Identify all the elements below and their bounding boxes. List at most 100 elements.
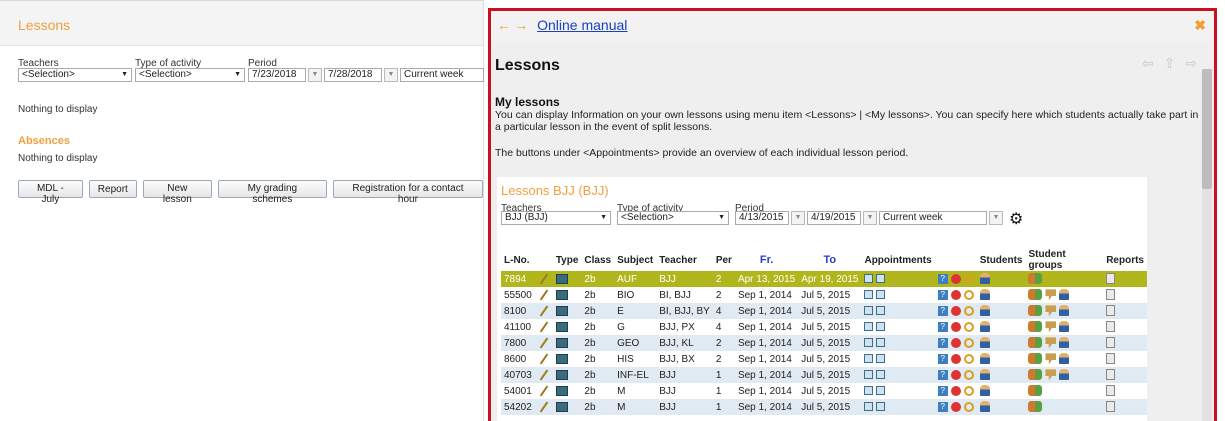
person-icon[interactable] [979,385,990,397]
edit-cell[interactable] [534,319,553,335]
table-row[interactable]: 54001 2b M BJJ 1 Sep 1, 2014 Jul 5, 2015? [501,383,1147,399]
clock-icon[interactable] [950,273,961,284]
table-row[interactable]: 54202 2b M BJJ 1 Sep 1, 2014 Jul 5, 2015? [501,399,1147,415]
pin-icon[interactable] [1045,337,1057,349]
calendar-icon[interactable] [864,370,874,380]
inner-date-from-dropdown[interactable]: ▼ [791,211,805,225]
table-row[interactable]: 8600 2b HIS BJJ, BX 2 Sep 1, 2014 Jul 5, 2015? [501,351,1147,367]
report-icon[interactable] [1106,321,1116,333]
back-arrow-icon[interactable]: ← [497,17,511,33]
report-icon[interactable] [1106,353,1116,365]
teachers-select[interactable]: <Selection> ▼ [18,68,132,82]
mdl-july-button[interactable]: MDL - July [18,180,83,205]
calendar-grid-icon[interactable] [876,290,886,300]
activity-select[interactable]: <Selection> ▼ [135,68,245,82]
magnifier-icon[interactable] [963,353,974,364]
calendar-grid-icon[interactable] [876,338,886,348]
person-icon[interactable] [1059,305,1070,317]
person-icon[interactable] [979,337,990,349]
table-row[interactable]: 8100 2b E BI, BJJ, BY 4 Sep 1, 2014 Jul 5, 201… [501,303,1147,319]
inner-period-dropdown[interactable]: ▼ [989,211,1003,225]
magnifier-icon[interactable] [963,369,974,380]
pin-icon[interactable] [1045,305,1057,317]
calendar-icon[interactable] [864,322,874,332]
calendar-icon[interactable] [864,274,874,284]
inner-date-from[interactable]: 4/13/2015 [735,211,789,225]
pencil-icon[interactable] [539,305,549,317]
student-group-icon[interactable] [1028,321,1043,333]
forward-arrow-icon[interactable]: → [514,17,528,33]
col-lno[interactable]: L-No. [501,249,535,271]
magnifier-icon[interactable] [963,321,974,332]
table-row[interactable]: 40703 2b INF-EL BJJ 1 Sep 1, 2014 Jul 5, 2015? [501,367,1147,383]
student-group-icon[interactable] [1028,289,1043,301]
calendar-icon[interactable] [864,386,874,396]
table-row[interactable]: 7894 2b AUF BJJ 2 Apr 13, 2015 Apr 19, 2015? [501,271,1147,287]
person-icon[interactable] [979,289,990,301]
student-group-icon[interactable] [1028,385,1043,397]
lesson-number[interactable]: 40703 [501,367,535,383]
calendar-icon[interactable] [864,402,874,412]
calendar-grid-icon[interactable] [876,322,886,332]
clock-icon[interactable] [950,385,961,396]
help-icon[interactable]: ? [937,369,948,380]
calendar-grid-icon[interactable] [876,386,886,396]
lesson-number[interactable]: 41100 [501,319,535,335]
report-button[interactable]: Report [88,180,137,198]
calendar-icon[interactable] [864,290,874,300]
person-icon[interactable] [979,369,990,381]
magnifier-icon[interactable] [963,385,974,396]
person-icon[interactable] [979,353,990,365]
person-icon[interactable] [1059,321,1070,333]
calendar-grid-icon[interactable] [876,370,886,380]
pencil-icon[interactable] [539,385,549,397]
pencil-icon[interactable] [539,289,549,301]
report-icon[interactable] [1106,337,1116,349]
student-group-icon[interactable] [1028,401,1043,413]
edit-cell[interactable] [534,287,553,303]
table-row[interactable]: 55500 2b BIO BI, BJJ 2 Sep 1, 2014 Jul 5, 2015… [501,287,1147,303]
edit-cell[interactable] [534,399,553,415]
report-icon[interactable] [1106,305,1116,317]
pencil-icon[interactable] [539,273,549,285]
calendar-grid-icon[interactable] [876,354,886,364]
col-subject[interactable]: Subject [614,249,656,271]
edit-cell[interactable] [534,367,553,383]
contact-hour-button[interactable]: Registration for a contact hour [332,180,484,205]
col-type[interactable]: Type [553,249,582,271]
col-per[interactable]: Per [713,249,735,271]
help-icon[interactable]: ? [937,273,948,284]
pin-icon[interactable] [1045,369,1057,381]
period-select[interactable]: Current week [400,68,484,82]
clock-icon[interactable] [950,353,961,364]
report-icon[interactable] [1106,401,1116,413]
new-lesson-button[interactable]: New lesson [142,180,212,205]
clock-icon[interactable] [950,369,961,380]
report-icon[interactable] [1106,273,1116,285]
edit-cell[interactable] [534,335,553,351]
table-row[interactable]: 7800 2b GEO BJJ, KL 2 Sep 1, 2014 Jul 5, 2015? [501,335,1147,351]
pin-icon[interactable] [1045,289,1057,301]
pencil-icon[interactable] [539,337,549,349]
col-from[interactable]: Fr. [735,249,798,271]
calendar-icon[interactable] [864,306,874,316]
pin-icon[interactable] [1045,353,1057,365]
calendar-icon[interactable] [864,354,874,364]
calendar-icon[interactable] [864,338,874,348]
date-from-input[interactable]: 7/23/2018 [248,68,306,82]
help-icon[interactable]: ? [937,401,948,412]
col-to[interactable]: To [798,249,861,271]
edit-cell[interactable] [534,303,553,319]
lesson-number[interactable]: 8100 [501,303,535,319]
clock-icon[interactable] [950,337,961,348]
edit-cell[interactable] [534,351,553,367]
grading-schemes-button[interactable]: My grading schemes [217,180,327,205]
help-icon[interactable]: ? [937,337,948,348]
online-manual-link[interactable]: Online manual [537,17,627,33]
inner-teachers-select[interactable]: BJJ (BJJ) ▼ [501,211,611,225]
help-icon[interactable]: ? [937,321,948,332]
lesson-number[interactable]: 55500 [501,287,535,303]
calendar-grid-icon[interactable] [876,402,886,412]
calendar-grid-icon[interactable] [876,306,886,316]
clock-icon[interactable] [950,321,961,332]
